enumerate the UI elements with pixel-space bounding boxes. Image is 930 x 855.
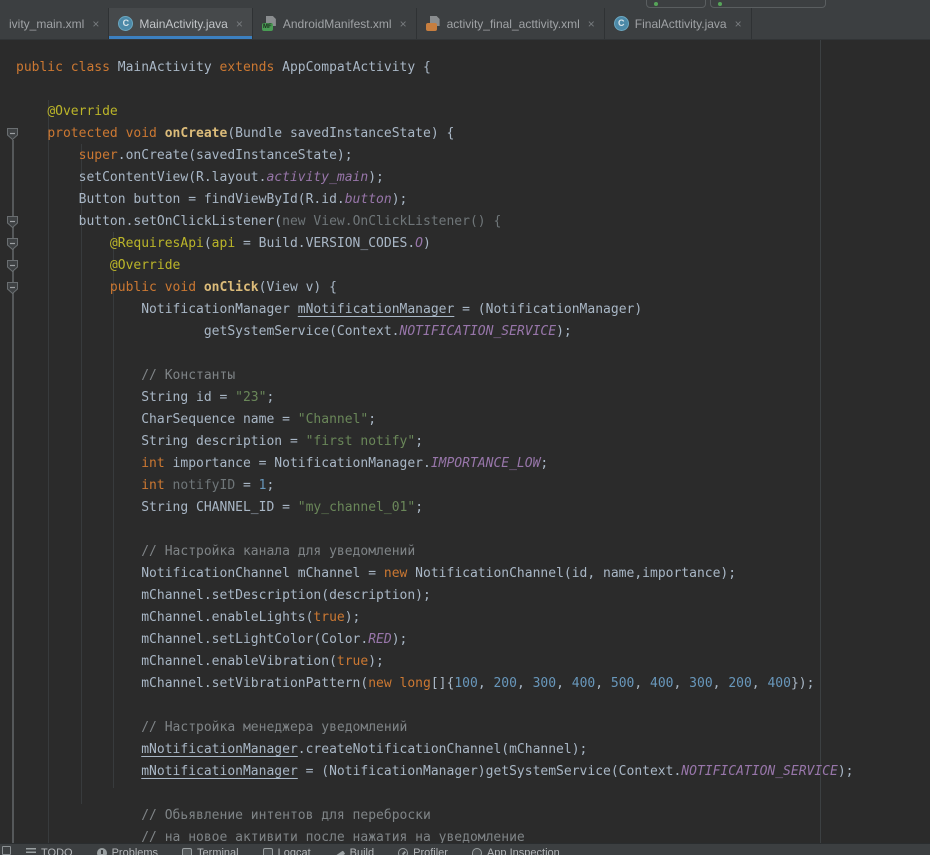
code-line-9: @RequiresApi(api = Build.VERSION_CODES.O… — [16, 233, 930, 255]
code-line-7: Button button = findViewById(R.id.button… — [16, 189, 930, 211]
code-line-6: setContentView(R.layout.activity_main); — [16, 167, 930, 189]
layout-badge — [426, 23, 437, 31]
close-icon[interactable]: × — [588, 18, 595, 30]
tool-button-label: Problems — [112, 847, 158, 855]
problems-icon — [97, 848, 107, 855]
app-inspection-icon — [472, 848, 482, 855]
code-line-24: NotificationChannel mChannel = new Notif… — [16, 563, 930, 585]
close-icon[interactable]: × — [400, 18, 407, 30]
code-line-1: public class MainActivity extends AppCom… — [16, 57, 930, 79]
run-icon — [654, 2, 658, 6]
code-line-21: String CHANNEL_ID = "my_channel_01"; — [16, 497, 930, 519]
tool-button-todo[interactable]: TODO — [26, 847, 73, 855]
tool-button-label: Profiler — [413, 847, 448, 855]
tab-androidmanifest-xml[interactable]: MF AndroidManifest.xml × — [253, 8, 417, 39]
code-line-4: protected void onCreate(Bundle savedInst… — [16, 123, 930, 145]
code-line-17: CharSequence name = "Channel"; — [16, 409, 930, 431]
tool-button-label: TODO — [41, 847, 73, 855]
tab-bar: ivity_main.xml × C MainActivity.java × MF Andr… — [0, 8, 930, 40]
code-line-29: mChannel.setVibrationPattern(new long[]{… — [16, 673, 930, 695]
code-line-8: button.setOnClickListener(new View.OnCli… — [16, 211, 930, 233]
tab-mainactivity-java[interactable]: C MainActivity.java × — [109, 8, 253, 39]
android-studio-window: { "tab_bar": { "tabs": [ {"label": "ivit… — [0, 0, 930, 855]
tool-button-app-inspection[interactable]: App Inspection — [472, 847, 560, 855]
tool-button-profiler[interactable]: Profiler — [398, 847, 448, 855]
window-corner-icon[interactable] — [2, 846, 11, 855]
tab-label: activity_final_acttivity.xml — [447, 17, 580, 31]
tab-label: MainActivity.java — [139, 17, 227, 31]
device-selector-button-fragment[interactable] — [710, 0, 826, 8]
code-line-5: super.onCreate(savedInstanceState); — [16, 145, 930, 167]
java-class-icon: C — [118, 16, 133, 31]
todo-icon — [26, 848, 36, 855]
build-icon — [334, 850, 344, 855]
code-line-32: mNotificationManager.createNotificationC… — [16, 739, 930, 761]
code-line-11: public void onClick(View v) { — [16, 277, 930, 299]
code-line-30 — [16, 695, 930, 717]
code-line-16: String id = "23"; — [16, 387, 930, 409]
code-line-12: NotificationManager mNotificationManager… — [16, 299, 930, 321]
code-line-22 — [16, 519, 930, 541]
close-icon[interactable]: × — [735, 18, 742, 30]
tool-button-label: Logcat — [278, 847, 311, 855]
code-line-15: // Константы — [16, 365, 930, 387]
code-line-25: mChannel.setDescription(description); — [16, 585, 930, 607]
logcat-icon — [263, 848, 273, 855]
tab-finalacttivity-java[interactable]: C FinalActtivity.java × — [605, 8, 752, 39]
tab-activity-final-acttivity-xml[interactable]: activity_final_acttivity.xml × — [417, 8, 605, 39]
profiler-icon — [398, 848, 408, 855]
tool-button-label: App Inspection — [487, 847, 560, 855]
tool-window-bar: TODO Problems Terminal Logcat Build Profiler A… — [0, 843, 930, 855]
code-line-3: @Override — [16, 101, 930, 123]
code-line-23: // Настройка канала для уведомлений — [16, 541, 930, 563]
device-online-icon — [718, 2, 722, 6]
tool-button-label: Terminal — [197, 847, 239, 855]
code-line-33: mNotificationManager = (NotificationMana… — [16, 761, 930, 783]
manifest-badge: MF — [262, 23, 273, 31]
tool-button-logcat[interactable]: Logcat — [263, 847, 311, 855]
active-tab-underline — [109, 36, 252, 39]
tab-ivity-main-xml[interactable]: ivity_main.xml × — [0, 8, 109, 39]
manifest-file-icon: MF — [262, 16, 277, 31]
tab-label: FinalActtivity.java — [635, 17, 727, 31]
close-icon[interactable]: × — [236, 18, 243, 30]
tool-button-terminal[interactable]: Terminal — [182, 847, 239, 855]
tool-button-label: Build — [350, 847, 374, 855]
tool-button-build[interactable]: Build — [335, 847, 374, 855]
code-line-14 — [16, 343, 930, 365]
code-area[interactable]: public class MainActivity extends AppCom… — [16, 57, 930, 843]
close-icon[interactable]: × — [92, 18, 99, 30]
code-line-13: getSystemService(Context.NOTIFICATION_SE… — [16, 321, 930, 343]
tab-label: AndroidManifest.xml — [283, 17, 392, 31]
code-line-27: mChannel.setLightColor(Color.RED); — [16, 629, 930, 651]
code-line-19: int importance = NotificationManager.IMP… — [16, 453, 930, 475]
tool-button-problems[interactable]: Problems — [97, 847, 158, 855]
code-line-20: int notifyID = 1; — [16, 475, 930, 497]
code-line-26: mChannel.enableLights(true); — [16, 607, 930, 629]
editor[interactable]: public class MainActivity extends AppCom… — [0, 40, 930, 843]
code-line-28: mChannel.enableVibration(true); — [16, 651, 930, 673]
code-line-35: // Обьявление интентов для переброски — [16, 805, 930, 827]
java-class-icon: C — [614, 16, 629, 31]
code-line-2 — [16, 79, 930, 101]
tab-label: ivity_main.xml — [9, 17, 84, 31]
code-line-31: // Настройка менеджера уведомлений — [16, 717, 930, 739]
code-line-34 — [16, 783, 930, 805]
terminal-icon — [182, 848, 192, 855]
code-line-10: @Override — [16, 255, 930, 277]
layout-xml-file-icon — [426, 16, 441, 31]
code-line-36: // на новое активити после нажатия на ув… — [16, 827, 930, 843]
code-line-18: String description = "first notify"; — [16, 431, 930, 453]
